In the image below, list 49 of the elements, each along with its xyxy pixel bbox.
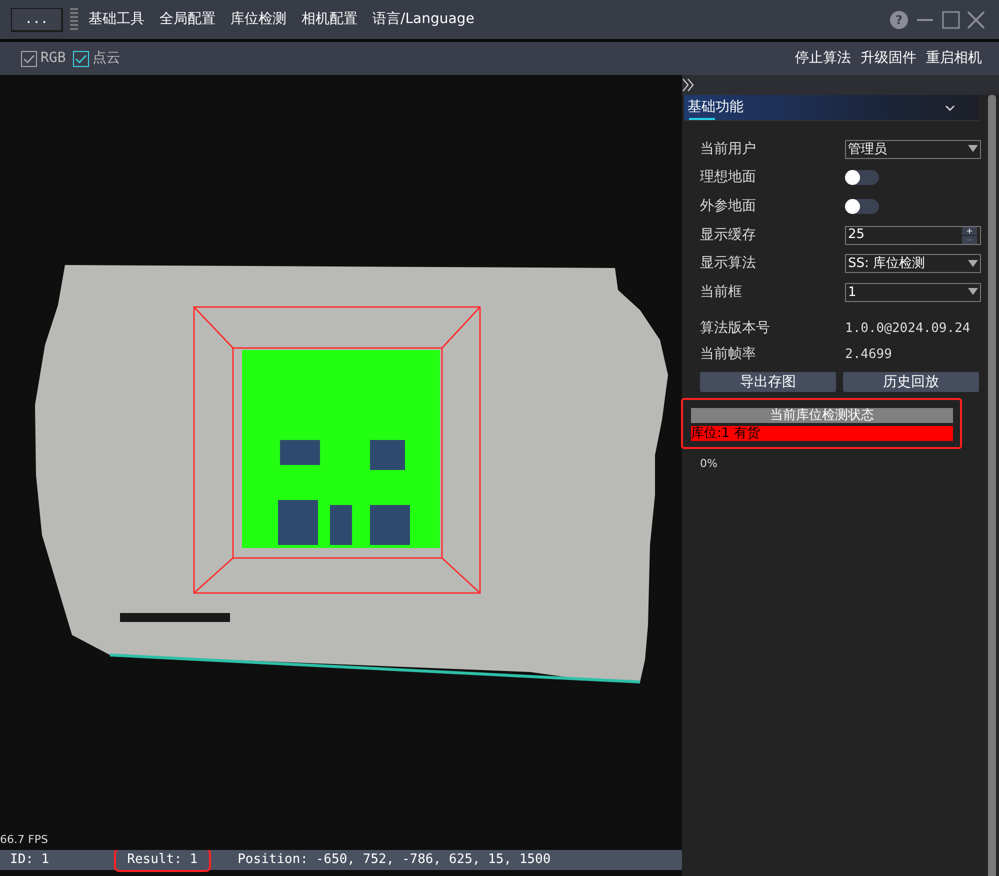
caret-icon[interactable] bbox=[968, 288, 978, 296]
menu-item[interactable]: 库位检测 bbox=[226, 9, 290, 30]
chevron-icon[interactable] bbox=[945, 104, 955, 110]
checkbox-label[interactable]: 点云 bbox=[92, 48, 120, 69]
scrollbar-thumb[interactable] bbox=[988, 95, 996, 876]
section-title: 基础功能 bbox=[686, 98, 744, 117]
action-button[interactable]: 停止算法 bbox=[792, 48, 854, 69]
field-label: 显示缓存 bbox=[700, 226, 757, 245]
status-text: ID: 1 bbox=[9, 851, 50, 869]
action-button[interactable]: 重启相机 bbox=[923, 48, 985, 69]
status-title: 当前库位检测状态 bbox=[691, 408, 953, 423]
toggle-switch[interactable] bbox=[845, 198, 879, 214]
fps-text: 66.7 FPS bbox=[0, 832, 48, 848]
status-text: Result: 1 bbox=[117, 851, 208, 869]
info-label: 算法版本号 bbox=[700, 319, 771, 338]
caret-icon[interactable] bbox=[968, 145, 978, 154]
field-label: 当前用户 bbox=[700, 140, 757, 159]
field-label: 理想地面 bbox=[700, 168, 757, 188]
more-button[interactable]: ... bbox=[10, 8, 62, 32]
dropdown[interactable]: SS: 库位检测 bbox=[845, 254, 981, 274]
panel-button[interactable]: 历史回放 bbox=[843, 372, 979, 392]
dropdown[interactable]: 管理员 bbox=[845, 140, 981, 159]
drag-handle[interactable] bbox=[70, 8, 78, 32]
info-value: 2.4699 bbox=[845, 346, 892, 364]
caret-icon[interactable] bbox=[968, 260, 978, 268]
progress-text: 0% bbox=[700, 456, 718, 472]
spin-box[interactable]: 25 bbox=[845, 226, 981, 245]
toggle-switch[interactable] bbox=[845, 170, 879, 186]
panel-button[interactable]: 导出存图 bbox=[700, 372, 836, 392]
menu-item[interactable]: 语言/Language bbox=[368, 9, 478, 30]
status-item: 库位:1 有货 bbox=[691, 426, 953, 441]
action-button[interactable]: 升级固件 bbox=[858, 48, 920, 69]
checkbox[interactable] bbox=[21, 50, 37, 66]
menu-item[interactable]: 全局配置 bbox=[156, 9, 220, 30]
status-text: Position: -650, 752, -786, 625, 15, 1500 bbox=[236, 851, 552, 869]
menu-item[interactable]: 相机配置 bbox=[298, 9, 362, 30]
field-label: 显示算法 bbox=[700, 254, 757, 274]
info-value: 1.0.0@2024.09.24 bbox=[845, 320, 970, 338]
maximize-icon[interactable] bbox=[942, 10, 960, 28]
menu-item[interactable]: 基础工具 bbox=[84, 9, 148, 30]
close-icon[interactable] bbox=[967, 10, 985, 28]
field-label: 外参地面 bbox=[700, 196, 757, 216]
info-label: 当前帧率 bbox=[700, 345, 757, 364]
checkbox[interactable] bbox=[72, 50, 89, 66]
field-label: 当前框 bbox=[700, 282, 743, 302]
checkbox-label[interactable]: RGB bbox=[40, 48, 66, 69]
section-header[interactable]: 基础功能 bbox=[684, 95, 979, 121]
dropdown[interactable]: 1 bbox=[845, 282, 981, 302]
double-chevron-icon[interactable] bbox=[682, 78, 696, 92]
